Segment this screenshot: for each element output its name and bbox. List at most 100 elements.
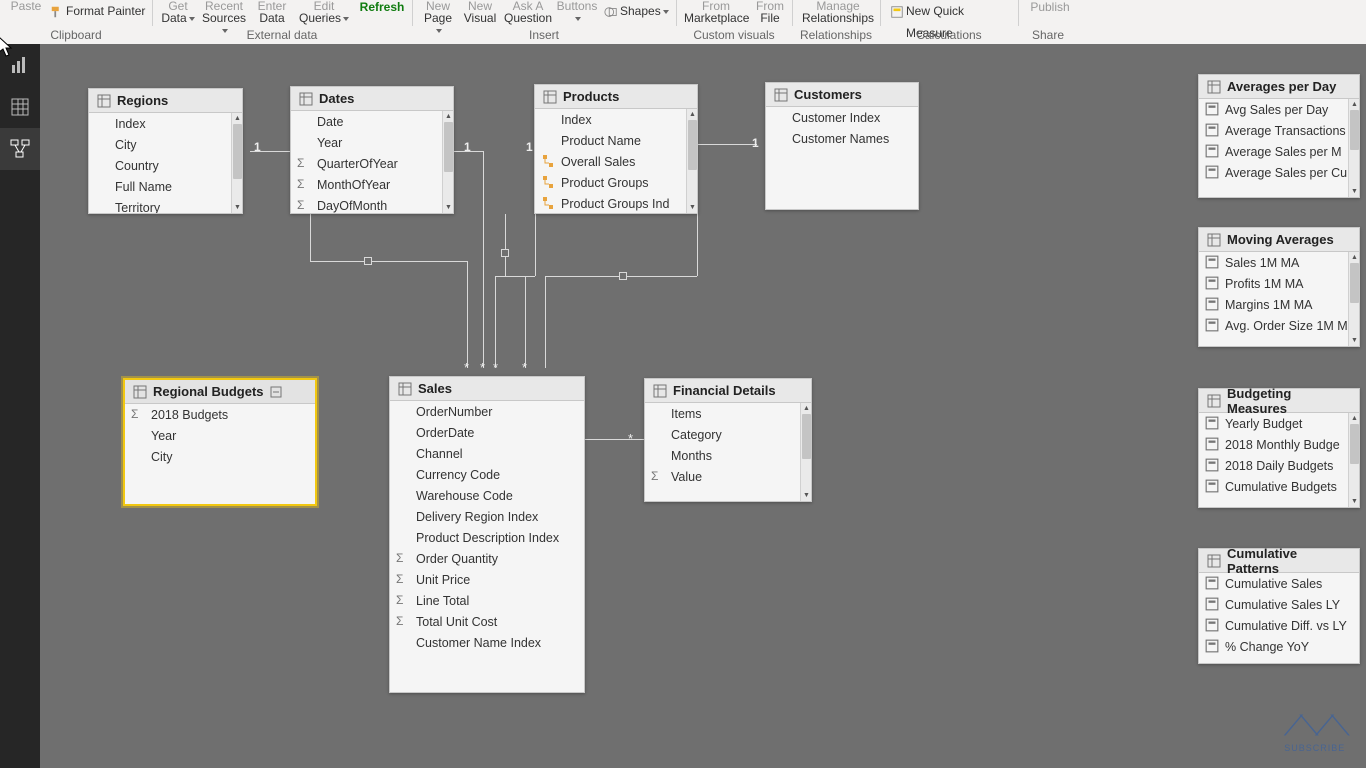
field-list[interactable]: Yearly Budget 2018 Monthly Budge 2018 Da… [1199, 413, 1348, 507]
field[interactable]: Date [291, 111, 442, 132]
field[interactable]: 2018 Budgets [125, 404, 315, 425]
table-sales[interactable]: Sales OrderNumber OrderDate Channel Curr… [389, 376, 585, 693]
field[interactable]: Average Transactions [1199, 120, 1348, 141]
field[interactable]: Items [645, 403, 800, 424]
field-list[interactable]: 2018 Budgets Year City [125, 404, 315, 504]
field[interactable]: QuarterOfYear [291, 153, 442, 174]
scrollbar[interactable]: ▲▼ [1348, 99, 1359, 197]
field-list[interactable]: Index Product Name Overall Sales Product… [535, 109, 686, 213]
data-view-button[interactable] [0, 86, 40, 128]
field[interactable]: Order Quantity [390, 548, 584, 569]
field[interactable]: Customer Name Index [390, 632, 584, 653]
paste-button[interactable]: Paste [6, 0, 46, 22]
field[interactable]: Profits 1M MA [1199, 273, 1348, 294]
field[interactable]: Currency Code [390, 464, 584, 485]
field[interactable]: Line Total [390, 590, 584, 611]
field-list[interactable]: OrderNumber OrderDate Channel Currency C… [390, 401, 584, 692]
scrollbar[interactable]: ▲▼ [686, 109, 697, 213]
scrollbar[interactable]: ▲▼ [1348, 413, 1359, 507]
scrollbar[interactable]: ▲▼ [1348, 252, 1359, 346]
enter-data-button[interactable]: EnterData [252, 0, 292, 26]
field-list[interactable]: Avg Sales per Day Average Transactions A… [1199, 99, 1348, 197]
field-list[interactable]: Items Category Months Value [645, 403, 800, 501]
table-header[interactable]: Dates [291, 87, 453, 111]
new-quick-measure-button[interactable]: New Quick Measure [906, 0, 1014, 22]
field-list[interactable]: Index City Country Full Name Territory [89, 113, 231, 213]
field[interactable]: Channel [390, 443, 584, 464]
field[interactable]: % Change YoY [1199, 636, 1359, 657]
edit-queries-button[interactable]: EditQueries [296, 0, 352, 26]
ask-question-button[interactable]: Ask AQuestion [504, 0, 552, 26]
field[interactable]: MonthOfYear [291, 174, 442, 195]
field[interactable]: DayOfMonth [291, 195, 442, 213]
table-header[interactable]: Regional Budgets [125, 380, 315, 404]
field[interactable]: Average Sales per Cu [1199, 162, 1348, 183]
table-header[interactable]: Sales [390, 377, 584, 401]
table-customers[interactable]: Customers Customer Index Customer Names [765, 82, 919, 210]
table-header[interactable]: Cumulative Patterns [1199, 549, 1359, 573]
field[interactable]: Avg. Order Size 1M M [1199, 315, 1348, 336]
field[interactable]: Country [89, 155, 231, 176]
scrollbar[interactable]: ▲▼ [442, 111, 453, 213]
get-data-button[interactable]: GetData [158, 0, 198, 26]
table-budgeting-measures[interactable]: Budgeting Measures Yearly Budget 2018 Mo… [1198, 388, 1360, 508]
field[interactable]: Customer Index [766, 107, 918, 128]
model-canvas[interactable]: 1 * 1 * 1 * * 1 * Regions Index City Cou… [40, 44, 1366, 768]
field[interactable]: Product Name [535, 130, 686, 151]
field[interactable]: Category [645, 424, 800, 445]
field[interactable]: Cumulative Sales LY [1199, 594, 1359, 615]
field[interactable]: Product Groups [535, 172, 686, 193]
buttons-button[interactable]: Buttons [556, 0, 598, 26]
field-list[interactable]: Date Year QuarterOfYear MonthOfYear DayO… [291, 111, 442, 213]
field[interactable]: Value [645, 466, 800, 487]
field[interactable]: Territory [89, 197, 231, 213]
table-regions[interactable]: Regions Index City Country Full Name Ter… [88, 88, 243, 214]
field[interactable]: Full Name [89, 176, 231, 197]
field[interactable]: Product Groups Ind [535, 193, 686, 213]
field[interactable]: Delivery Region Index [390, 506, 584, 527]
field[interactable]: Overall Sales [535, 151, 686, 172]
table-cumulative-patterns[interactable]: Cumulative Patterns Cumulative Sales Cum… [1198, 548, 1360, 664]
table-averages-per-day[interactable]: Averages per Day Avg Sales per Day Avera… [1198, 74, 1360, 198]
field[interactable]: Cumulative Budgets [1199, 476, 1348, 497]
table-header[interactable]: Moving Averages [1199, 228, 1359, 252]
from-marketplace-button[interactable]: FromMarketplace [684, 0, 748, 26]
field[interactable]: City [89, 134, 231, 155]
table-header[interactable]: Products [535, 85, 697, 109]
field[interactable]: Sales 1M MA [1199, 252, 1348, 273]
expand-icon[interactable] [270, 386, 282, 398]
scrollbar[interactable]: ▲▼ [800, 403, 811, 501]
field[interactable]: Product Description Index [390, 527, 584, 548]
field[interactable]: Months [645, 445, 800, 466]
table-financial-details[interactable]: Financial Details Items Category Months … [644, 378, 812, 502]
refresh-button[interactable]: Refresh [358, 0, 406, 22]
field[interactable]: Average Sales per M [1199, 141, 1348, 162]
field[interactable]: Warehouse Code [390, 485, 584, 506]
table-header[interactable]: Budgeting Measures [1199, 389, 1359, 413]
field[interactable]: Cumulative Sales [1199, 573, 1359, 594]
field[interactable]: Index [535, 109, 686, 130]
table-header[interactable]: Customers [766, 83, 918, 107]
from-file-button[interactable]: FromFile [752, 0, 788, 26]
field[interactable]: Customer Names [766, 128, 918, 149]
field[interactable]: Avg Sales per Day [1199, 99, 1348, 120]
table-header[interactable]: Regions [89, 89, 242, 113]
field[interactable]: 2018 Daily Budgets [1199, 455, 1348, 476]
scrollbar[interactable]: ▲▼ [231, 113, 242, 213]
field[interactable]: Unit Price [390, 569, 584, 590]
table-header[interactable]: Averages per Day [1199, 75, 1359, 99]
table-dates[interactable]: Dates Date Year QuarterOfYear MonthOfYea… [290, 86, 454, 214]
field[interactable]: Year [291, 132, 442, 153]
field[interactable]: OrderDate [390, 422, 584, 443]
model-view-button[interactable] [0, 128, 40, 170]
field-list[interactable]: Customer Index Customer Names [766, 107, 918, 209]
field[interactable]: Yearly Budget [1199, 413, 1348, 434]
field[interactable]: City [125, 446, 315, 467]
field[interactable]: Margins 1M MA [1199, 294, 1348, 315]
new-page-button[interactable]: NewPage [420, 0, 456, 26]
field[interactable]: 2018 Monthly Budge [1199, 434, 1348, 455]
new-visual-button[interactable]: NewVisual [460, 0, 500, 26]
table-regional-budgets[interactable]: Regional Budgets 2018 Budgets Year City [123, 378, 317, 506]
field-list[interactable]: Sales 1M MA Profits 1M MA Margins 1M MA … [1199, 252, 1348, 346]
table-header[interactable]: Financial Details [645, 379, 811, 403]
